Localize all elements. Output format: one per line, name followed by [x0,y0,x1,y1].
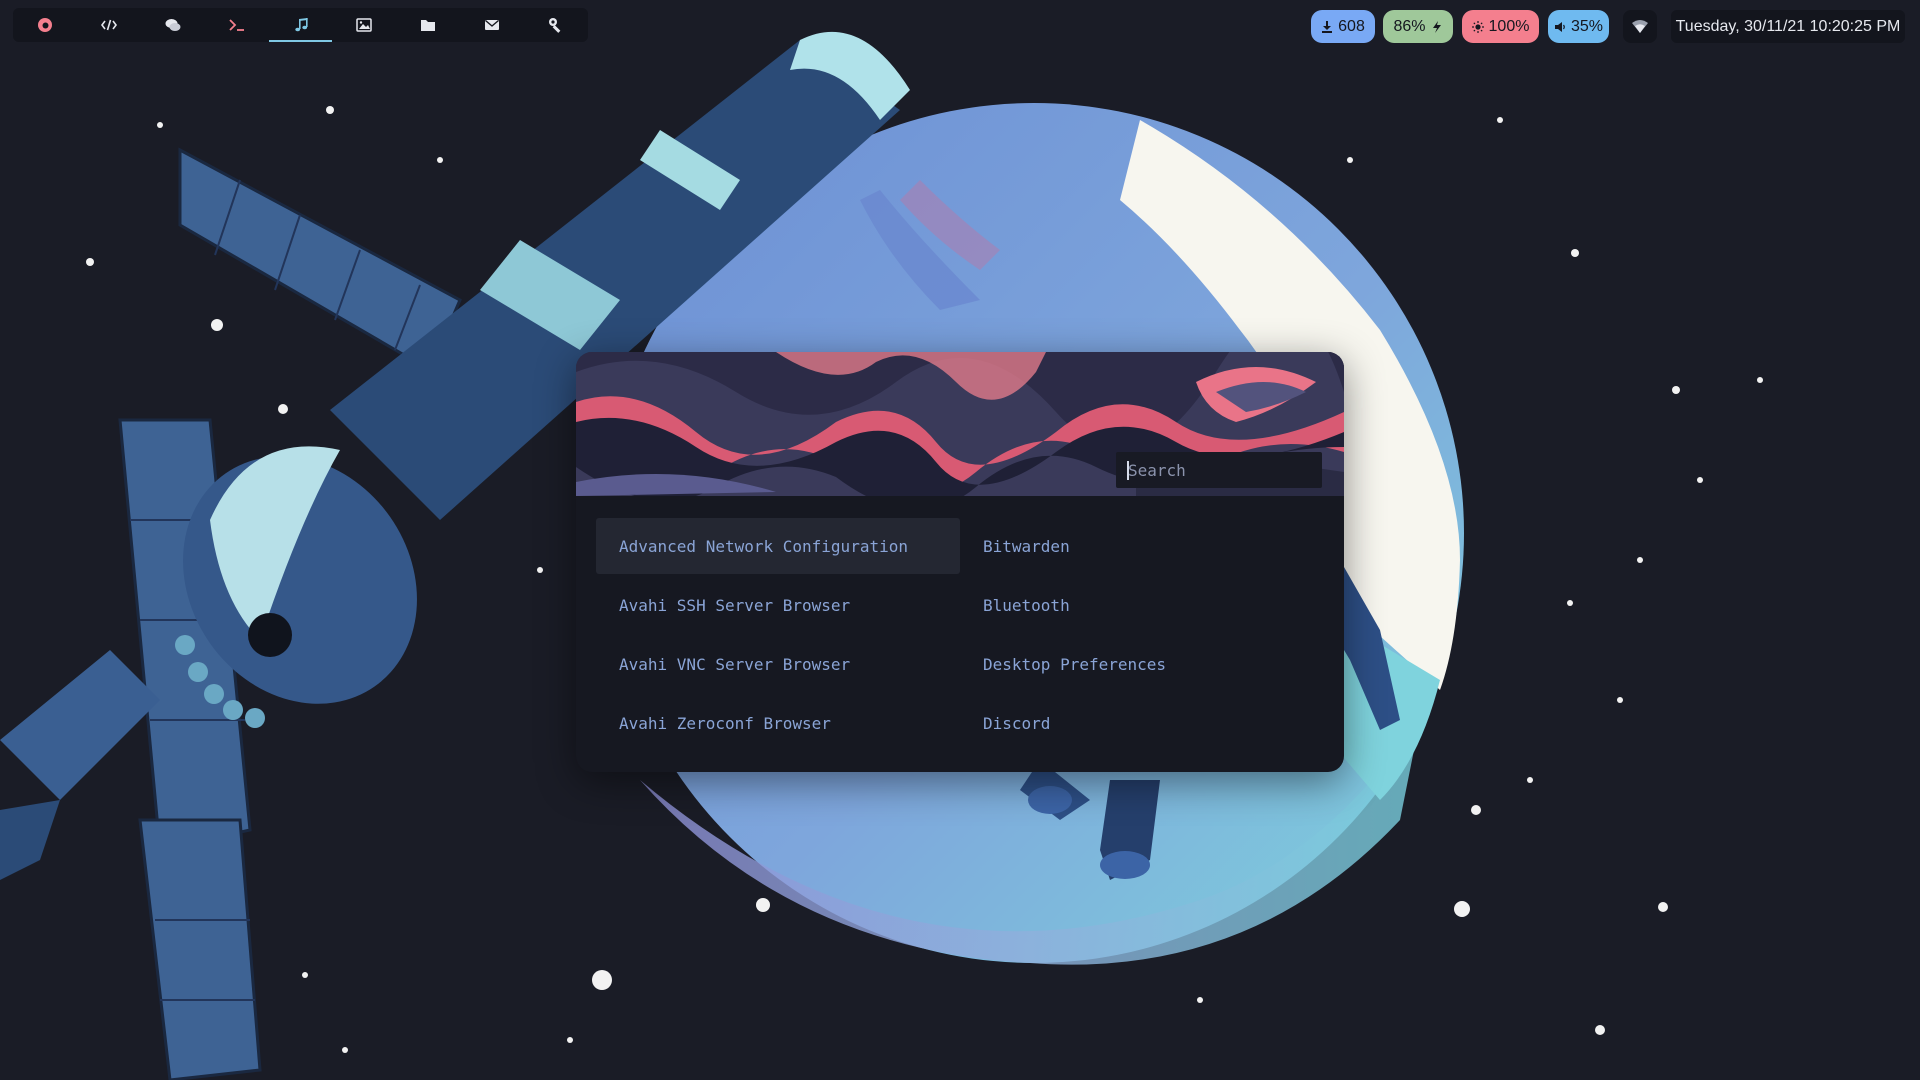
brightness-indicator[interactable]: 100% [1462,10,1539,43]
updates-indicator[interactable]: 608 [1311,10,1375,43]
battery-indicator[interactable]: 86% [1383,10,1453,43]
workspace-chat[interactable] [141,8,205,42]
app-item-avahi-zeroconf-browser[interactable]: Avahi Zeroconf Browser [596,695,960,751]
plug-icon [1432,20,1441,33]
app-item-bitwarden[interactable]: Bitwarden [960,518,1324,574]
battery-level: 86% [1393,17,1426,35]
app-label: Bitwarden [983,536,1070,556]
wifi-indicator[interactable] [1623,10,1657,43]
text-cursor [1127,461,1129,480]
app-label: Advanced Network Configuration [619,536,908,556]
workspace-tools[interactable] [524,8,588,42]
updates-count: 608 [1338,17,1365,35]
app-label: Avahi Zeroconf Browser [619,713,831,733]
app-item-advanced-network-configuration[interactable]: Advanced Network Configuration [596,518,960,574]
app-label: Avahi VNC Server Browser [619,654,851,674]
wifi-icon [1632,19,1648,33]
image-icon [356,18,373,32]
workspace-mail[interactable] [460,8,524,42]
app-label: Avahi SSH Server Browser [619,595,851,615]
folder-icon [421,20,436,31]
app-item-avahi-vnc-server-browser[interactable]: Avahi VNC Server Browser [596,636,960,692]
app-label: Desktop Preferences [983,654,1167,674]
firefox-icon [37,18,52,32]
sun-icon [1471,20,1484,33]
app-item-discord[interactable]: Discord [960,695,1324,751]
app-label: Discord [983,713,1051,733]
app-item-avahi-ssh-server-browser[interactable]: Avahi SSH Server Browser [596,577,960,633]
app-launcher: Advanced Network Configuration Bitwarden… [576,352,1344,772]
workspace-terminal[interactable] [205,8,269,42]
workspace-firefox[interactable] [13,8,77,42]
download-icon [1322,20,1333,33]
app-item-bluetooth[interactable]: Bluetooth [960,577,1324,633]
brightness-level: 100% [1488,17,1530,35]
app-item-desktop-preferences[interactable]: Desktop Preferences [960,636,1324,692]
mail-icon [485,19,500,30]
volume-indicator[interactable]: 35% [1548,10,1609,43]
clock[interactable]: Tuesday, 30/11/21 10:20:25 PM [1671,10,1905,43]
tools-icon [549,18,561,33]
music-icon [294,18,308,32]
terminal-icon [228,19,244,31]
chat-icon [165,19,181,31]
workspace-bar [13,8,588,42]
workspace-music[interactable] [268,8,333,42]
workspace-images[interactable] [332,8,396,42]
code-icon [100,19,117,31]
volume-level: 35% [1570,17,1604,35]
workspace-code[interactable] [77,8,141,42]
workspace-files[interactable] [396,8,460,42]
search-input[interactable] [1116,452,1322,488]
app-label: Bluetooth [983,595,1070,615]
speaker-icon [1554,21,1565,32]
